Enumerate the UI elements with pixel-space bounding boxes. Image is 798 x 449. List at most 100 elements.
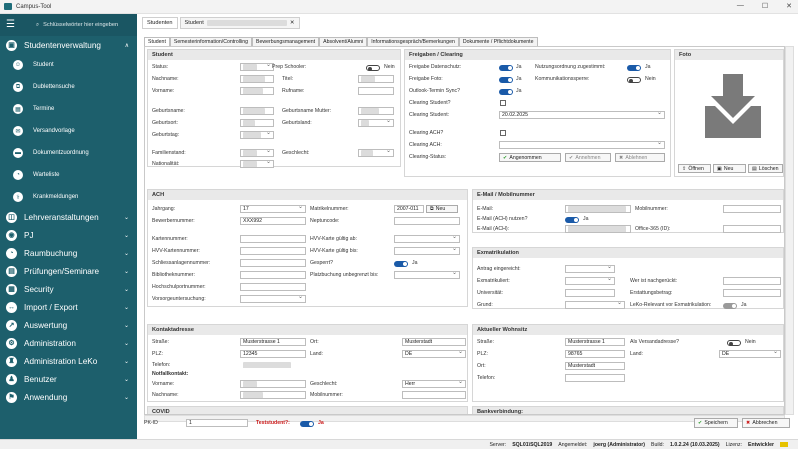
ablehnen-button[interactable]: ✖ Ablehnen [615,153,665,162]
sidebar-item-anwendung[interactable]: ⚑ Anwendung ⌄ [0,388,137,406]
universitaet-input[interactable] [565,289,615,297]
nachname-input[interactable]: x [240,75,274,83]
bib-input[interactable] [240,271,306,279]
geburtsname-mutter-input[interactable]: x [358,107,394,115]
sidebar-search[interactable]: ⌕ Schlüsselwörter hier eingeben [36,22,118,29]
wohnsitz-ort-input[interactable]: Musterstadt [565,362,625,370]
notfall-mobil-input[interactable] [402,391,466,399]
schliess-input[interactable] [240,259,306,267]
sidebar-subitem-dublettensuche[interactable]: ⧉ Dublettensuche [0,76,137,98]
kommunikation-toggle[interactable] [627,77,641,83]
grund-select[interactable] [565,301,625,309]
sidebar-item-pr-fungen-seminare[interactable]: ▤ Prüfungen/Seminare ⌄ [0,262,137,280]
annehmen-button[interactable]: ✔ Annehmen [565,153,611,162]
sidebar-item-administration-leko[interactable]: ♜ Administration LeKo ⌄ [0,352,137,370]
clearing-student-checkbox[interactable] [500,100,506,106]
kontakt-ort-input[interactable]: Musterstadt [402,338,466,346]
bewerber-input[interactable]: XXX992 [240,217,306,225]
record-tab-2[interactable]: Bewerbungsmanagement [252,37,320,46]
sidebar-item-raumbuchung[interactable]: ◔ Raumbuchung ⌄ [0,244,137,262]
outlook-toggle[interactable] [499,89,513,95]
angenommen-button[interactable]: ✔ Angenommen [499,153,561,162]
matrikel-new-button[interactable]: ⧉ Neu [426,205,458,213]
neptun-input[interactable] [394,217,460,225]
wohnsitz-telefon-input[interactable] [565,374,625,382]
nutzungsordnung-toggle[interactable] [627,65,641,71]
hvv-ab-date[interactable] [394,235,460,243]
hochschul-input[interactable] [240,283,306,291]
antrag-date[interactable] [565,265,615,273]
wohnsitz-land-select[interactable]: DE [719,350,781,358]
datenschutz-toggle[interactable] [499,65,513,71]
geschlecht-select[interactable]: x [358,149,394,157]
foto-freigabe-toggle[interactable] [499,77,513,83]
familienstand-select[interactable]: x [240,149,274,157]
email-ach-input[interactable]: x [565,225,631,233]
notfall-nachname-input[interactable]: x [240,391,306,399]
karten-input[interactable] [240,235,306,243]
sidebar-item-auswertung[interactable]: ↗ Auswertung ⌄ [0,316,137,334]
sidebar-subitem-versandvorlage[interactable]: ✉ Versandvorlage [0,120,137,142]
hvv-bis-date[interactable] [394,247,460,255]
wohnsitz-plz-input[interactable]: 98765 [565,350,625,358]
teststudent-toggle[interactable] [300,421,314,427]
sidebar-subitem-warteliste[interactable]: ◔ Warteliste [0,164,137,186]
foto-new-button[interactable]: ▣ Neu [713,164,746,173]
leko-toggle[interactable] [723,303,737,309]
tab-student[interactable]: Student x ✕ [179,17,300,29]
cancel-button[interactable]: ✖ Abbrechen [742,418,790,428]
hvv-nr-input[interactable] [240,247,306,255]
kontakt-plz-input[interactable]: 12345 [240,350,306,358]
versand-toggle[interactable] [727,340,741,346]
sidebar-subitem-student[interactable]: ☺ Student [0,54,137,76]
sidebar-item-security[interactable]: ▦ Security ⌄ [0,280,137,298]
sidebar-item-studentenverwaltung[interactable]: ▣ Studentenverwaltung ∧ [0,36,137,54]
office-input[interactable] [723,225,781,233]
foto-delete-button[interactable]: ▤ Löschen [748,164,783,173]
clearing-ach-checkbox[interactable] [500,130,506,136]
save-button[interactable]: ✔ Speichern [694,418,738,428]
vorname-input[interactable]: x [240,87,274,95]
sidebar-subitem-dokumentzuordnung[interactable]: ▬ Dokumentzuordnung [0,142,137,164]
foto-open-button[interactable]: ⇪ Öffnen [678,164,711,173]
titel-input[interactable]: x [358,75,394,83]
prepschool-toggle[interactable] [366,65,380,71]
matrikel-input[interactable]: 2007-011 [394,205,424,213]
record-tab-0[interactable]: Student [144,37,170,46]
kontakt-telefon-input[interactable]: x [240,361,306,369]
geburtsland-select[interactable]: x [358,119,394,127]
geburtsname-input[interactable]: x [240,107,274,115]
maximize-button[interactable]: ☐ [762,2,768,10]
sidebar-item-administration[interactable]: ⚙ Administration ⌄ [0,334,137,352]
geburtsort-input[interactable]: x [240,119,274,127]
mobil-input[interactable] [723,205,781,213]
tab-studenten[interactable]: Studenten [142,17,178,29]
vorsorge-date[interactable] [240,295,306,303]
hamburger-menu-icon[interactable]: ☰ [6,20,20,30]
geburtstag-input[interactable]: x [240,131,274,139]
wohnsitz-strasse-input[interactable]: Musterstrasse 1 [565,338,625,346]
wer-input[interactable] [723,277,781,285]
notfall-geschlecht-select[interactable]: Herr [402,380,466,388]
clearing-student-date[interactable]: 20.02.2025 [499,111,665,119]
sidebar-subitem-termine[interactable]: ▦ Termine [0,98,137,120]
pk-input[interactable]: 1 [186,419,248,427]
close-window-button[interactable]: ✕ [786,2,792,10]
record-tab-4[interactable]: Informationsgespräch/Bemerkungen [367,37,459,46]
rufname-input[interactable] [358,87,394,95]
exmatrikuliert-date[interactable] [565,277,615,285]
sidebar-item-benutzer[interactable]: ♟ Benutzer ⌄ [0,370,137,388]
notfall-vorname-input[interactable]: x [240,380,306,388]
platz-date[interactable] [394,271,460,279]
close-tab-icon[interactable]: ✕ [290,20,295,26]
vertical-scrollbar[interactable] [785,46,794,415]
record-tab-3[interactable]: Absolvent/Alumni [319,37,368,46]
kontakt-land-select[interactable]: DE [402,350,466,358]
minimize-button[interactable]: — [737,2,744,10]
status-select[interactable]: x [240,63,274,71]
email-input[interactable]: x [565,205,631,213]
sidebar-item-import-export[interactable]: ↔ Import / Export ⌄ [0,298,137,316]
record-tab-1[interactable]: Semesterinformation/Controlling [169,37,252,46]
nationalitaet-select[interactable]: x [240,160,274,168]
ach-nutzen-toggle[interactable] [565,217,579,223]
